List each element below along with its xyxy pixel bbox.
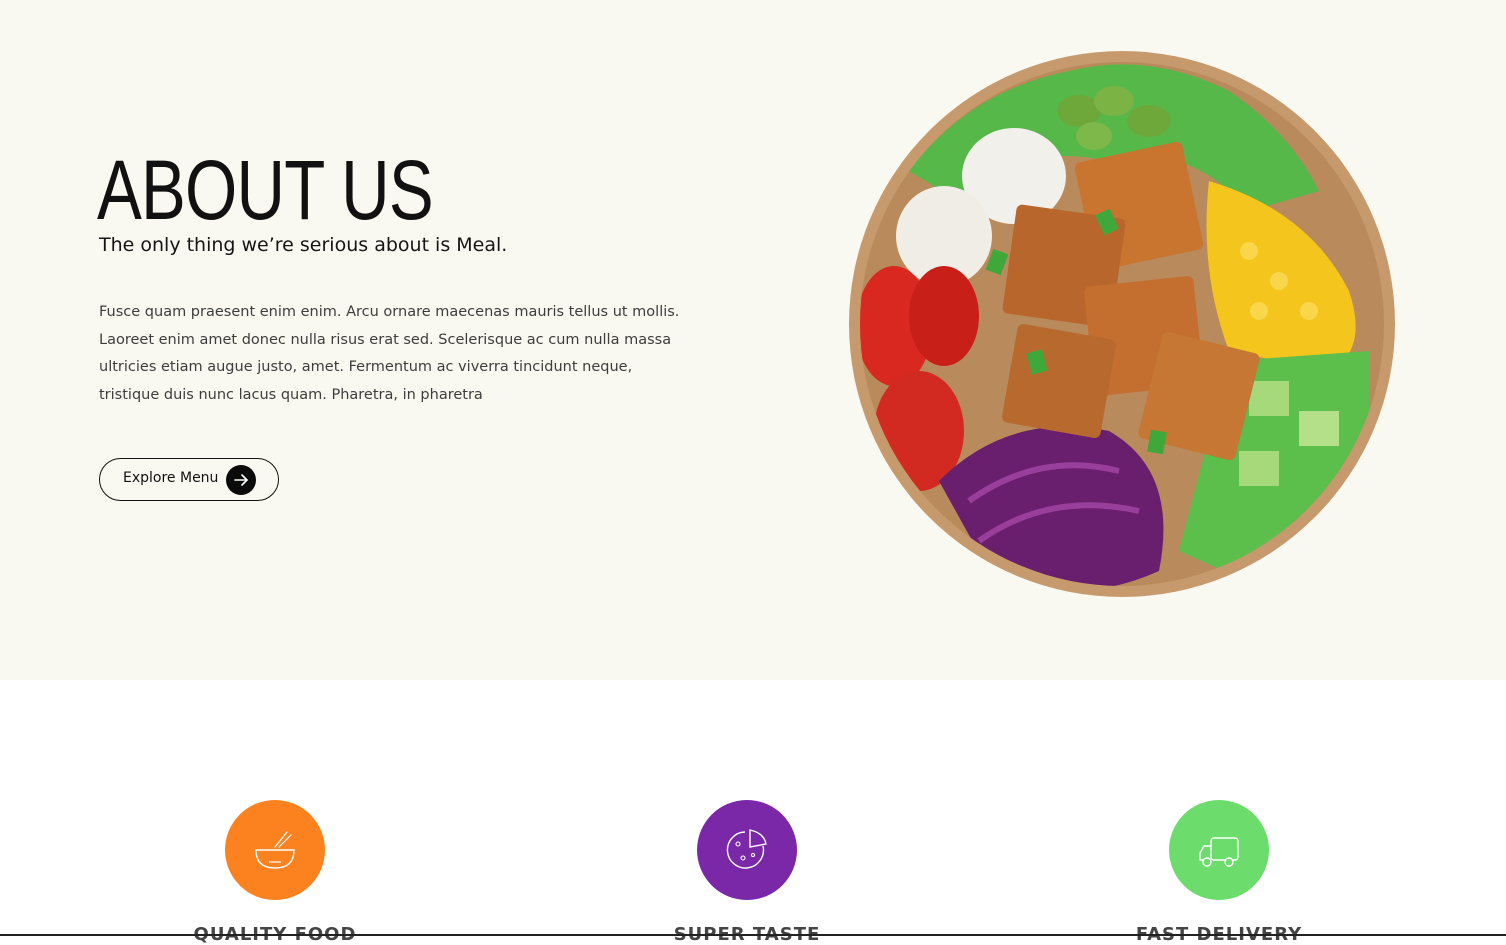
bowl-icon	[225, 800, 325, 900]
about-subtitle: The only thing we’re serious about is Me…	[99, 234, 508, 256]
explore-menu-label: Explore Menu	[123, 470, 219, 486]
feature-quality-food: QUALITY FOOD	[125, 800, 425, 945]
features-section: QUALITY FOOD SUPER TASTE FAST DELIVERY	[0, 680, 1506, 945]
arrow-right-icon	[226, 465, 256, 495]
feature-super-taste: SUPER TASTE	[597, 800, 897, 945]
feature-fast-delivery: FAST DELIVERY	[1069, 800, 1369, 945]
explore-menu-button[interactable]: Explore Menu	[99, 458, 279, 501]
salad-bowl-image	[849, 51, 1395, 597]
about-title: ABOUT US	[97, 143, 434, 237]
about-section: ABOUT US The only thing we’re serious ab…	[0, 0, 1506, 680]
about-description: Fusce quam praesent enim enim. Arcu orna…	[99, 304, 680, 403]
pizza-icon	[697, 800, 797, 900]
truck-icon	[1169, 800, 1269, 900]
